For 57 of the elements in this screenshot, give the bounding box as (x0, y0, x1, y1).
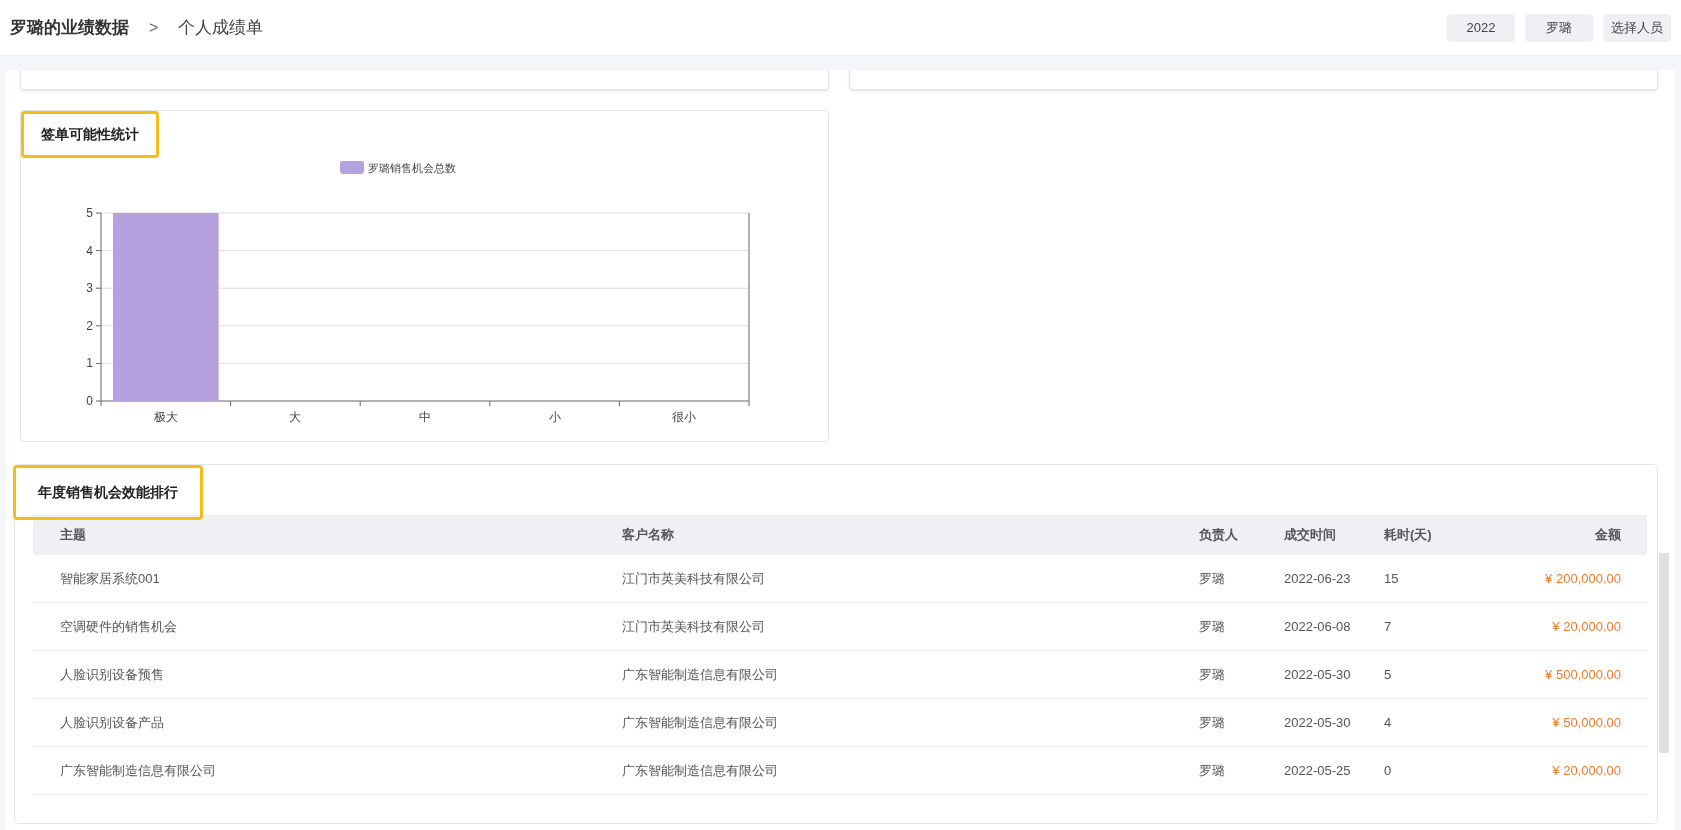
table-cell-text: 人脸识别设备预售 (59, 665, 165, 684)
table-cell-text: ¥ 50,000.00 (1551, 713, 1622, 732)
table-cell-text: 人脸识别设备产品 (59, 713, 165, 732)
column-header: 主题 (59, 526, 87, 545)
table-cell-text: ¥ 500,000.00 (1544, 665, 1622, 684)
table-cell-text: 2022-05-25 (1284, 761, 1352, 780)
table-cell-text: 广东智能制造信息有限公司 (59, 761, 217, 780)
table-cell-text: 罗璐 (1199, 617, 1226, 636)
table-cell-text: 0 (1384, 761, 1393, 780)
table-cell-text: 江门市英美科技有限公司 (622, 569, 766, 588)
table-cell-text: 2022-06-08 (1284, 617, 1352, 636)
y-tick-label: 0 (86, 394, 93, 408)
table-cell-text: 2022-05-30 (1284, 665, 1352, 684)
table-cell-text: ¥ 200,000.00 (1544, 569, 1622, 588)
x-tick-label: 小 (548, 410, 561, 424)
table-cell-text: 广东智能制造信息有限公司 (622, 713, 779, 732)
breadcrumb-current: 个人成绩单 (178, 16, 264, 39)
table-cell-text: 罗璐 (1199, 665, 1226, 684)
table-cell-text: 2022-06-23 (1284, 569, 1352, 588)
person-selector[interactable]: 罗璐 (1525, 13, 1593, 42)
table-cell-text: 4 (1384, 713, 1393, 732)
column-header: 成交时间 (1284, 526, 1337, 545)
card-title: 签单可能性统计 (21, 111, 159, 158)
table-cell-text: 5 (1384, 665, 1393, 684)
column-header: 客户名称 (622, 526, 675, 545)
table-cell-text: 2022-05-30 (1284, 713, 1352, 732)
x-tick-label: 极大 (153, 410, 178, 424)
year-selector[interactable]: 2022 (1447, 13, 1515, 42)
y-tick-label: 4 (86, 243, 93, 258)
table-cell-text: ¥ 20,000.00 (1551, 617, 1622, 636)
x-tick-label: 中 (419, 410, 431, 424)
column-header: 金额 (1594, 526, 1622, 545)
y-tick-label: 5 (86, 206, 93, 220)
x-tick-label: 很小 (672, 410, 697, 424)
table-cell-text: 7 (1384, 617, 1393, 636)
table-cell-text: 罗璐 (1199, 713, 1226, 732)
y-tick-label: 3 (86, 281, 93, 296)
table-cell-text: 江门市英美科技有限公司 (622, 617, 766, 636)
table-cell-text: ¥ 20,000.00 (1551, 761, 1622, 780)
legend-label: 罗璐销售机会总数 (368, 162, 456, 174)
select-person-button[interactable]: 选择人员 (1603, 13, 1671, 42)
table-cell-text: 罗璐 (1199, 761, 1226, 780)
x-tick-label: 大 (289, 410, 302, 424)
table-cell-text: 15 (1384, 569, 1400, 588)
breadcrumb-separator: > (149, 17, 159, 38)
column-header: 负责人 (1199, 526, 1239, 545)
column-header: 耗时(天) (1384, 526, 1433, 545)
card-title: 年度销售机会效能排行 (13, 465, 203, 520)
table-cell-text: 广东智能制造信息有限公司 (622, 665, 779, 684)
table-cell-text: 智能家居系统001 (59, 569, 161, 588)
y-tick-label: 2 (86, 318, 93, 333)
y-tick-label: 1 (86, 356, 93, 371)
legend-swatch (340, 161, 364, 174)
table-cell-text: 罗璐 (1199, 569, 1226, 588)
page-title: 罗璐的业绩数据 (10, 16, 129, 39)
table-cell-text: 空调硬件的销售机会 (59, 617, 178, 636)
table-cell-text: 广东智能制造信息有限公司 (622, 761, 779, 780)
